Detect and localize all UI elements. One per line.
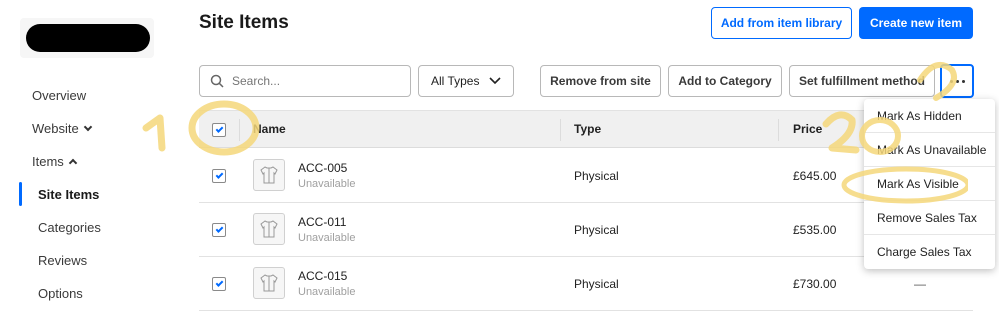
menu-item-mark-visible[interactable]: Mark As Visible [864, 167, 995, 201]
store-logo [20, 18, 154, 58]
more-actions-menu: Mark As Hidden Mark As Unavailable Mark … [864, 99, 995, 269]
item-status: Unavailable [298, 232, 356, 244]
item-type: Physical [574, 277, 619, 291]
item-sku[interactable]: ACC-011 [298, 215, 346, 229]
item-status: Unavailable [298, 178, 356, 190]
check-icon [215, 171, 223, 179]
search-icon [210, 74, 224, 88]
item-price: £730.00 [793, 277, 837, 291]
table-row[interactable]: ACC-015 Unavailable Physical £730.00 — [199, 257, 973, 311]
sidebar-item-overview[interactable]: Overview [32, 88, 86, 103]
column-divider [778, 119, 779, 141]
set-fulfillment-method-button[interactable]: Set fulfillment method [789, 65, 935, 97]
column-header-price[interactable]: Price [793, 122, 822, 136]
item-type: Physical [574, 169, 619, 183]
item-status: Unavailable [298, 286, 356, 298]
item-sku[interactable]: ACC-015 [298, 269, 347, 283]
item-price: £645.00 [793, 169, 837, 183]
chevron-down-icon [489, 77, 501, 85]
active-indicator [19, 182, 22, 206]
item-thumbnail [253, 267, 285, 299]
item-thumbnail [253, 159, 285, 191]
column-divider [560, 119, 561, 141]
sidebar-item-options[interactable]: Options [38, 286, 83, 301]
chevron-up-icon [68, 158, 78, 168]
remove-from-site-button[interactable]: Remove from site [540, 65, 661, 97]
table-row[interactable]: ACC-011 Unavailable Physical £535.00 [199, 203, 973, 257]
add-to-category-button[interactable]: Add to Category [668, 65, 782, 97]
menu-item-charge-sales-tax[interactable]: Charge Sales Tax [864, 235, 995, 269]
sidebar-item-reviews[interactable]: Reviews [38, 253, 87, 268]
more-icon [949, 79, 965, 83]
shirt-icon [260, 166, 278, 184]
chevron-down-icon [83, 122, 92, 131]
column-divider [239, 119, 240, 141]
menu-item-mark-unavailable[interactable]: Mark As Unavailable [864, 133, 995, 167]
item-type: Physical [574, 223, 619, 237]
table-header: Name Type Price [199, 110, 973, 148]
create-new-item-button[interactable]: Create new item [859, 7, 973, 39]
check-icon [215, 125, 223, 133]
item-extra: — [914, 277, 926, 291]
sidebar-item-website[interactable]: Website [32, 121, 92, 136]
column-header-type[interactable]: Type [574, 122, 601, 136]
row-checkbox[interactable] [212, 169, 226, 183]
sidebar-item-items[interactable]: Items [32, 154, 78, 169]
select-all-checkbox[interactable] [212, 123, 226, 137]
menu-item-mark-hidden[interactable]: Mark As Hidden [864, 99, 995, 133]
check-icon [215, 225, 223, 233]
page-title: Site Items [199, 12, 289, 33]
menu-item-remove-sales-tax[interactable]: Remove Sales Tax [864, 201, 995, 235]
shirt-icon [260, 220, 278, 238]
more-actions-button[interactable] [940, 64, 974, 98]
row-checkbox[interactable] [212, 277, 226, 291]
table-row[interactable]: ACC-005 Unavailable Physical £645.00 [199, 149, 973, 203]
search-field[interactable] [199, 65, 411, 97]
sidebar-item-site-items[interactable]: Site Items [38, 187, 99, 202]
add-from-library-button[interactable]: Add from item library [711, 7, 852, 39]
check-icon [215, 279, 223, 287]
column-header-name[interactable]: Name [253, 122, 286, 136]
item-thumbnail [253, 213, 285, 245]
type-filter-select[interactable]: All Types [418, 65, 514, 97]
redacted-logo [26, 24, 150, 52]
row-checkbox[interactable] [212, 223, 226, 237]
item-price: £535.00 [793, 223, 837, 237]
sidebar-item-categories[interactable]: Categories [38, 220, 101, 235]
item-sku[interactable]: ACC-005 [298, 161, 347, 175]
search-input[interactable] [232, 74, 392, 88]
shirt-icon [260, 274, 278, 292]
